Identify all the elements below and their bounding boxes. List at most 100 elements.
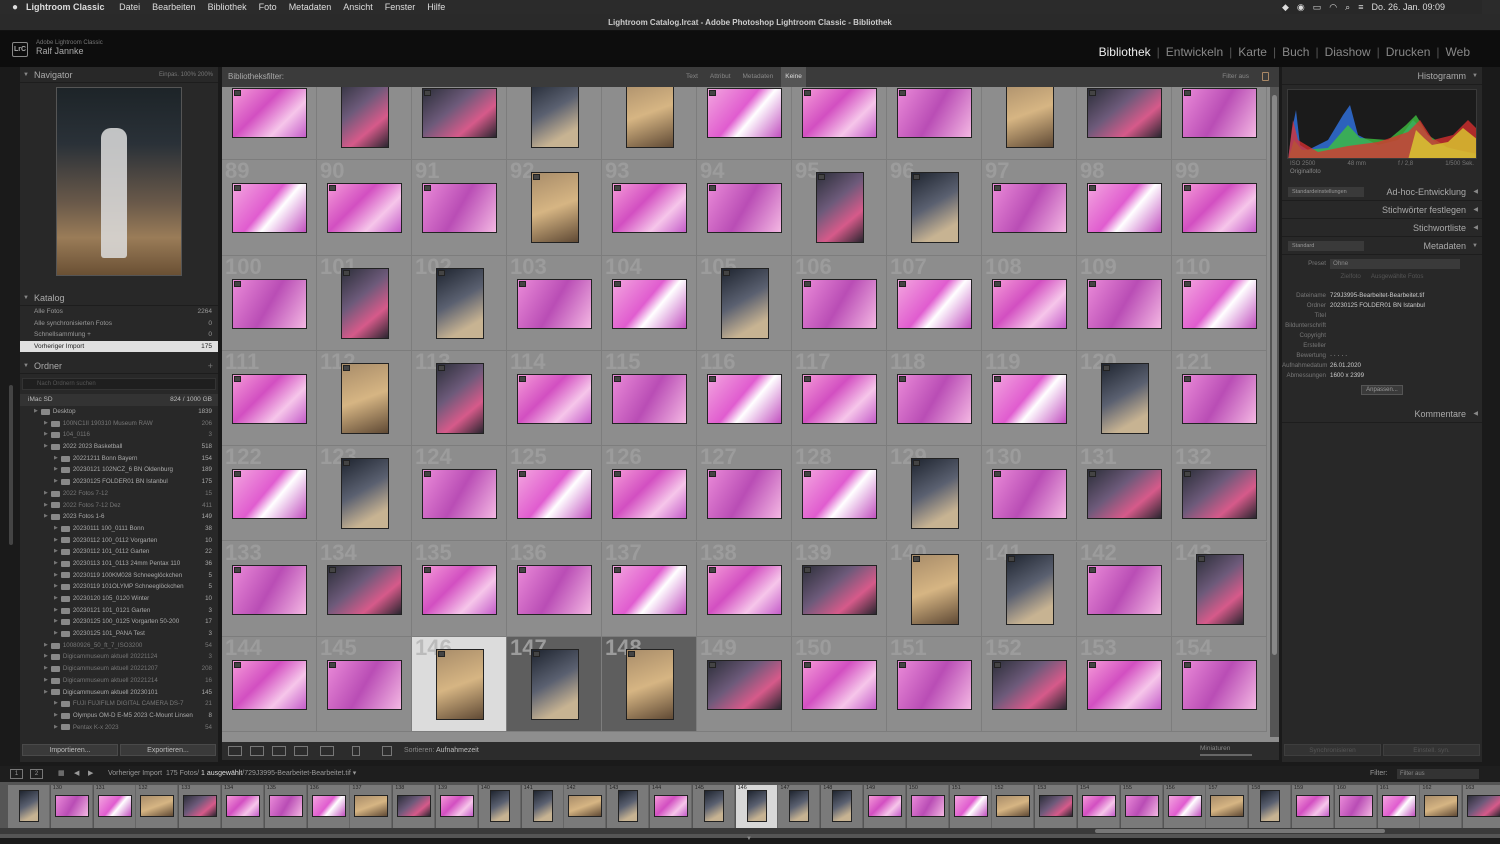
- grid-cell[interactable]: 151: [887, 636, 982, 733]
- grid-cell[interactable]: 147: [507, 636, 602, 733]
- filmstrip-thumbnail[interactable]: [397, 795, 432, 817]
- filter-option-text[interactable]: Text: [682, 67, 702, 87]
- thumbnail-image[interactable]: [1182, 659, 1257, 710]
- keyword-list-header[interactable]: Stichwortliste: [1282, 219, 1482, 237]
- thumbnail-image[interactable]: [1182, 469, 1257, 520]
- thumbnail-image[interactable]: [992, 469, 1067, 520]
- thumbnail-image[interactable]: [531, 87, 579, 148]
- target-photo-tab[interactable]: Zielfoto: [1341, 272, 1361, 282]
- grid-cell[interactable]: 127: [697, 446, 792, 542]
- badge-icon[interactable]: [994, 280, 1001, 287]
- filmstrip-filter-select[interactable]: Filter aus: [1397, 769, 1479, 779]
- badge-icon[interactable]: [234, 471, 241, 478]
- filmstrip-cell[interactable]: 137: [350, 785, 393, 828]
- badge-icon[interactable]: [1089, 280, 1096, 287]
- disclosure-triangle-icon[interactable]: ▶: [54, 593, 58, 605]
- disclosure-triangle-icon[interactable]: ▶: [44, 675, 48, 687]
- grid-cell[interactable]: 106: [792, 255, 887, 351]
- grid-cell[interactable]: 140: [887, 541, 982, 637]
- folder-row[interactable]: ▶ 104_0116 3: [20, 429, 218, 441]
- thumbnail-image[interactable]: [897, 278, 972, 329]
- grid-cell[interactable]: 89: [222, 160, 317, 256]
- badge-icon[interactable]: [994, 375, 1001, 382]
- folder-row[interactable]: ▶ 20230120 105_0120 Winter 10: [20, 593, 218, 605]
- badge-icon[interactable]: [804, 90, 811, 96]
- grid-cell[interactable]: 96: [887, 160, 982, 256]
- thumbnail-image[interactable]: [707, 373, 782, 424]
- filmstrip-cell[interactable]: 145: [692, 785, 735, 828]
- badge-icon[interactable]: [438, 364, 445, 371]
- badge-icon[interactable]: [1089, 185, 1096, 192]
- badge-icon[interactable]: [1103, 364, 1110, 371]
- metadata-header[interactable]: Standard Metadaten: [1282, 237, 1482, 255]
- export-button[interactable]: Exportieren...: [120, 744, 216, 756]
- disclosure-triangle-icon[interactable]: ▶: [44, 640, 48, 652]
- disclosure-triangle-icon[interactable]: ▶: [54, 698, 58, 710]
- badge-icon[interactable]: [709, 90, 716, 96]
- grid-cell[interactable]: 132: [1172, 446, 1267, 542]
- menu-item[interactable]: Hilfe: [427, 2, 445, 12]
- grid-cell[interactable]: 118: [887, 350, 982, 447]
- grid-cell[interactable]: 97: [982, 160, 1077, 256]
- filmstrip-cell[interactable]: 146: [735, 785, 778, 828]
- grid-cell[interactable]: [1172, 87, 1267, 161]
- badge-icon[interactable]: [628, 650, 635, 657]
- disclosure-triangle-icon[interactable]: ▶: [54, 616, 58, 628]
- thumbnail-image[interactable]: [1087, 564, 1162, 615]
- badge-icon[interactable]: [614, 375, 621, 382]
- filmstrip-thumbnail[interactable]: [1082, 795, 1116, 817]
- disclosure-triangle-icon[interactable]: ▶: [44, 663, 48, 675]
- filmstrip-cell[interactable]: 158: [1249, 785, 1292, 828]
- thumbnail-image[interactable]: [802, 469, 877, 520]
- badge-icon[interactable]: [614, 471, 621, 478]
- filmstrip-cell[interactable]: 140: [478, 785, 521, 828]
- filmstrip-thumbnail[interactable]: [568, 795, 603, 817]
- filmstrip-thumbnail[interactable]: [140, 795, 175, 817]
- disclosure-triangle-icon[interactable]: ▶: [44, 500, 48, 512]
- badge-icon[interactable]: [533, 650, 540, 657]
- filmstrip-thumbnail[interactable]: [354, 795, 389, 817]
- filmstrip-cell[interactable]: 155: [1120, 785, 1163, 828]
- grid-cell[interactable]: 130: [982, 446, 1077, 542]
- badge-icon[interactable]: [424, 471, 431, 478]
- badge-icon[interactable]: [709, 375, 716, 382]
- folder-row[interactable]: ▶ 2022 2023 Basketball 518: [20, 441, 218, 453]
- filmstrip-thumbnail[interactable]: [953, 795, 988, 817]
- filmstrip-cell[interactable]: 157: [1206, 785, 1249, 828]
- grid-cell[interactable]: 131: [1077, 446, 1172, 542]
- thumbnail-image[interactable]: [436, 362, 484, 434]
- disclosure-triangle-icon[interactable]: ▶: [44, 511, 48, 523]
- grid-cell[interactable]: 141: [982, 541, 1077, 637]
- thumbnail-image[interactable]: [816, 172, 864, 244]
- grid-cell[interactable]: 105: [697, 255, 792, 351]
- grid-cell[interactable]: 92: [507, 160, 602, 256]
- grid-cell[interactable]: 138: [697, 541, 792, 637]
- folder-row[interactable]: ▶ Olympus OM-D E-M5 2023 C-Mount Linsen 8: [20, 710, 218, 722]
- grid-cell[interactable]: 114: [507, 350, 602, 447]
- filmstrip-thumbnail[interactable]: [97, 795, 132, 817]
- thumbnail-image[interactable]: [612, 564, 687, 615]
- catalog-item[interactable]: Vorheriger Import 175: [20, 340, 218, 352]
- grid-cell[interactable]: 104: [602, 255, 697, 351]
- filmstrip-thumbnail[interactable]: [1039, 795, 1074, 817]
- thumbnail-image[interactable]: [531, 172, 579, 244]
- badge-icon[interactable]: [1184, 90, 1191, 96]
- thumbnail-image[interactable]: [612, 278, 687, 329]
- filmstrip-scrollbar[interactable]: [0, 828, 1500, 834]
- filmstrip-thumbnail[interactable]: [789, 790, 810, 822]
- disclosure-triangle-icon[interactable]: ▶: [44, 651, 48, 663]
- badge-icon[interactable]: [818, 174, 825, 181]
- thumbnail-image[interactable]: [232, 659, 307, 710]
- grid-cell[interactable]: [222, 87, 317, 161]
- thumbnail-image[interactable]: [802, 373, 877, 424]
- grid-cell[interactable]: 108: [982, 255, 1077, 351]
- grid-cell[interactable]: 117: [792, 350, 887, 447]
- grid-cell[interactable]: 112: [317, 350, 412, 447]
- thumbnail-image[interactable]: [992, 183, 1067, 234]
- grid-cell[interactable]: 137: [602, 541, 697, 637]
- menu-item[interactable]: Datei: [119, 2, 140, 12]
- grid-cell[interactable]: 107: [887, 255, 982, 351]
- thumbnail-image[interactable]: [707, 564, 782, 615]
- grid-cell[interactable]: 149: [697, 636, 792, 733]
- grid-cell[interactable]: [507, 87, 602, 161]
